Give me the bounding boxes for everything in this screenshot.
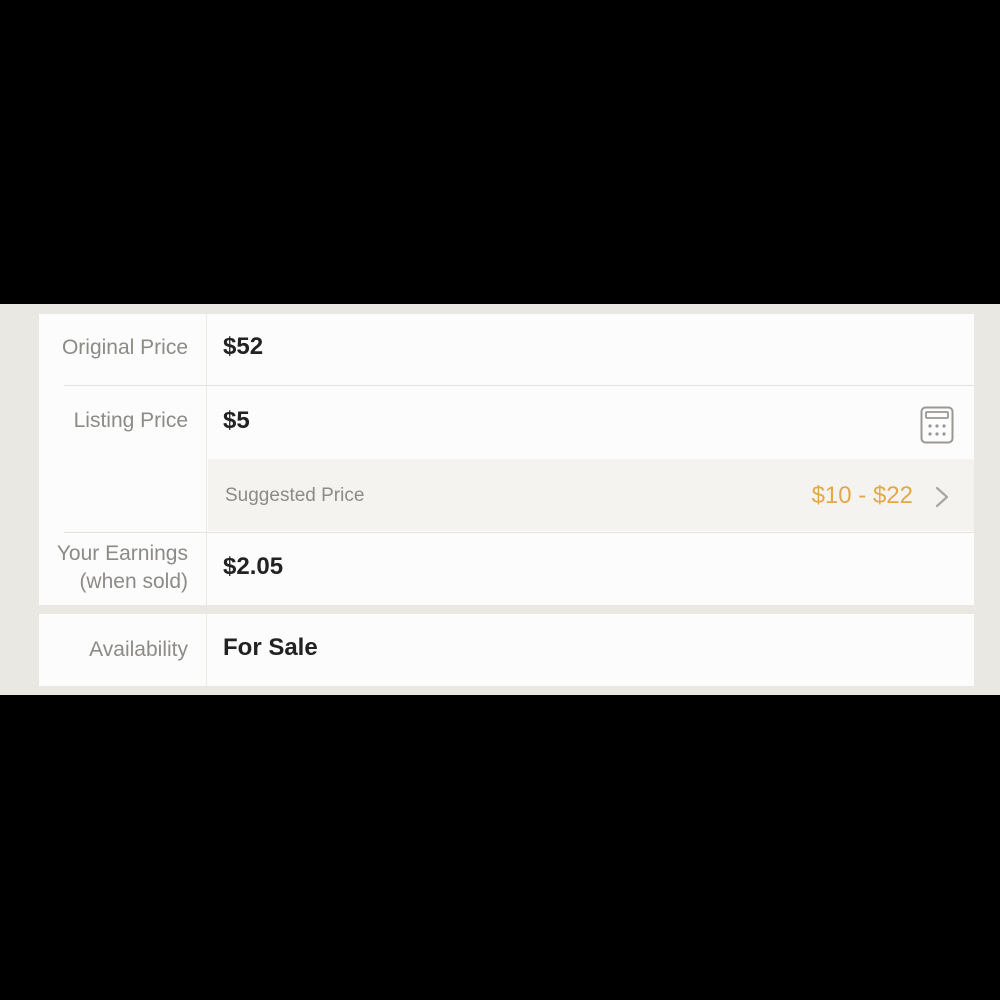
earnings-label-line2: (when sold)	[79, 570, 188, 593]
suggested-price-row[interactable]: Suggested Price $10 - $22	[208, 459, 974, 531]
label-column: Original Price Listing Price Your Earnin…	[39, 314, 207, 605]
original-price-label: Original Price	[61, 336, 188, 359]
availability-value[interactable]: For Sale	[223, 633, 318, 663]
availability-label: Availability	[89, 638, 188, 661]
row-divider	[64, 532, 974, 533]
suggested-price-range: $10 - $22	[811, 482, 913, 509]
listing-price-label: Listing Price	[73, 409, 188, 432]
suggested-price-label: Suggested Price	[225, 485, 365, 506]
listing-price-input[interactable]: $5	[223, 406, 250, 436]
calculator-icon[interactable]	[920, 406, 954, 444]
pricing-card: Original Price Listing Price Your Earnin…	[39, 314, 974, 605]
earnings-value: $2.05	[223, 553, 284, 580]
availability-card[interactable]: Availability For Sale	[39, 614, 974, 686]
row-divider	[64, 385, 974, 386]
original-price-value: $52	[223, 333, 264, 360]
chevron-right-icon	[935, 486, 949, 508]
screen: Original Price Listing Price Your Earnin…	[0, 0, 1000, 1000]
label-column: Availability	[39, 614, 207, 686]
listing-form-panel: Original Price Listing Price Your Earnin…	[0, 304, 1000, 695]
earnings-label-line1: Your Earnings	[56, 542, 188, 565]
